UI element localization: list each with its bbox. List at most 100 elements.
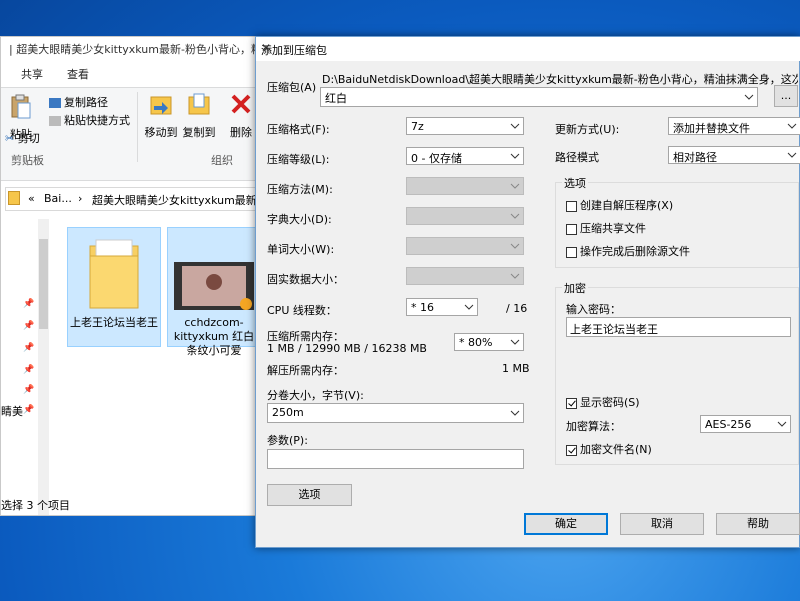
help-button[interactable]: 帮助 [716,513,800,535]
archive-path: D:\BaiduNetdiskDownload\超美大眼睛美少女kittyxku… [322,73,798,86]
cpu-threads-value: * 16 [411,301,434,314]
split-size-combo[interactable]: 250m [267,403,524,423]
move-folder-icon [150,96,172,115]
file-item-video[interactable]: cchdzcom-kittyxkum 红白条纹小可爱 [167,227,261,357]
update-mode-value: 添加并替换文件 [673,122,750,135]
delete-x-icon [231,94,251,114]
archive-label: 压缩包(A) [267,81,317,94]
copy-path-label: 复制路径 [64,96,108,109]
path-mode-select[interactable]: 相对路径 [668,146,800,164]
split-size-label: 分卷大小，字节(V): [267,389,364,402]
add-to-archive-dialog: 添加到压缩包 ✕ 压缩包(A) D:\BaiduNetdiskDownload\… [255,36,800,548]
delete-after-checkbox[interactable]: 操作完成后删除源文件 [566,243,690,259]
paste-shortcut-label: 粘贴快捷方式 [64,114,130,127]
sfx-checkbox[interactable]: 创建自解压程序(X) [566,197,673,213]
encryption-group-title: 加密 [562,280,588,296]
ribbon: 粘贴 复制路径 粘贴快捷方式 ✂ 剪切 剪贴板 移动到 复制到 删除 组织 [1,87,263,181]
chevron-down-icon [510,243,520,249]
word-size-label: 单词大小(W): [267,243,335,256]
pin-icon: 📌 [23,343,35,353]
options-group-title: 选项 [562,175,588,191]
status-bar-text: 选择 3 个项目 [1,499,70,512]
pin-icon: 📌 [23,321,35,331]
folder-icon [8,191,20,205]
encryption-algorithm-label: 加密算法： [566,420,621,433]
video-thumbnail-icon [174,262,254,310]
solid-size-select[interactable] [406,267,524,285]
format-select[interactable]: 7z [406,117,524,135]
parameters-input[interactable] [267,449,524,469]
update-mode-select[interactable]: 添加并替换文件 [668,117,800,135]
scrollbar-thumb[interactable] [39,239,48,329]
compress-memory-value: 1 MB / 12990 MB / 16238 MB [267,342,427,355]
ribbon-tabs: 共享 查看 [1,63,263,85]
clipboard-group-label: 剪贴板 [11,154,44,167]
ok-button[interactable]: 确定 [524,513,608,535]
solid-size-label: 固实数据大小： [267,273,344,286]
shared-files-checkbox[interactable]: 压缩共享文件 [566,220,646,236]
checkbox-box[interactable] [566,223,577,235]
chevron-down-icon [510,183,520,189]
tab-view[interactable]: 查看 [67,66,89,82]
cpu-threads-label: CPU 线程数： [267,304,337,317]
encryption-algorithm-value: AES-256 [705,418,752,431]
word-size-select[interactable] [406,237,524,255]
file-name: cchdzcom-kittyxkum 红白条纹小可爱 [173,316,255,357]
chevron-down-icon [510,339,520,345]
dict-size-select[interactable] [406,207,524,225]
address-separator: › [78,192,83,205]
delete-after-label: 操作完成后删除源文件 [580,245,690,258]
checkbox-box-checked[interactable] [566,397,577,409]
nav-scrollbar[interactable] [38,219,49,515]
cut-button[interactable]: ✂ 剪切 [5,130,40,146]
delete-label: 删除 [230,126,252,139]
cpu-threads-select[interactable]: * 16 [406,298,478,316]
paste-shortcut-button[interactable]: 粘贴快捷方式 [49,112,130,128]
password-input[interactable]: 上老王论坛当老王 [566,317,791,337]
method-label: 压缩方法(M): [267,183,333,196]
delete-button[interactable]: 删除 [223,92,259,140]
encrypt-filenames-label: 加密文件名(N) [580,443,652,456]
checkbox-box-checked[interactable] [566,444,577,456]
address-back-chevron[interactable]: « [28,192,35,205]
browse-button[interactable]: ... [774,85,798,107]
options-button[interactable]: 选项 [267,484,352,506]
path-mode-label: 路径模式 [555,151,599,164]
file-item-folder[interactable]: 上老王论坛当老王 [67,227,161,347]
address-bar[interactable]: « Bai... › 超美大眼睛美少女kittyxkum最新-粉 [5,187,272,211]
tab-share[interactable]: 共享 [21,66,43,82]
chevron-down-icon [510,213,520,219]
copy-to-button[interactable]: 复制到 [181,92,217,140]
pin-icon: 📌 [23,365,35,375]
parameters-label: 参数(P): [267,434,308,447]
level-select[interactable]: 0 - 仅存储 [406,147,524,165]
nav-item[interactable]: 睛美 [1,403,23,419]
organize-group-label: 组织 [211,154,233,167]
memory-percent-select[interactable]: * 80% [454,333,524,351]
encryption-algorithm-select[interactable]: AES-256 [700,415,791,433]
cancel-button[interactable]: 取消 [620,513,704,535]
close-icon[interactable]: ✕ [261,41,795,55]
chevron-down-icon [787,123,797,129]
copy-path-button[interactable]: 复制路径 [49,94,108,110]
format-value: 7z [411,120,424,133]
password-label: 输入密码： [566,303,621,316]
clipboard-icon [11,94,31,119]
chevron-down-icon [744,94,754,100]
archive-name-combo[interactable]: 红白 [320,87,758,107]
file-name: 上老王论坛当老王 [70,316,158,329]
chevron-down-icon [777,421,787,427]
path-mode-value: 相对路径 [673,151,717,164]
chevron-down-icon [787,152,797,158]
address-segment-baidu[interactable]: Bai... [44,192,72,205]
checkbox-box[interactable] [566,246,577,258]
folder-icon [89,239,139,309]
show-password-checkbox[interactable]: 显示密码(S) [566,394,640,410]
chevron-down-icon [510,153,520,159]
address-segment-folder[interactable]: 超美大眼睛美少女kittyxkum最新-粉 [92,192,272,208]
split-size-value: 250m [272,406,304,419]
method-select[interactable] [406,177,524,195]
checkbox-box[interactable] [566,200,577,212]
encrypt-filenames-checkbox[interactable]: 加密文件名(N) [566,441,652,457]
move-to-button[interactable]: 移动到 [143,92,179,140]
